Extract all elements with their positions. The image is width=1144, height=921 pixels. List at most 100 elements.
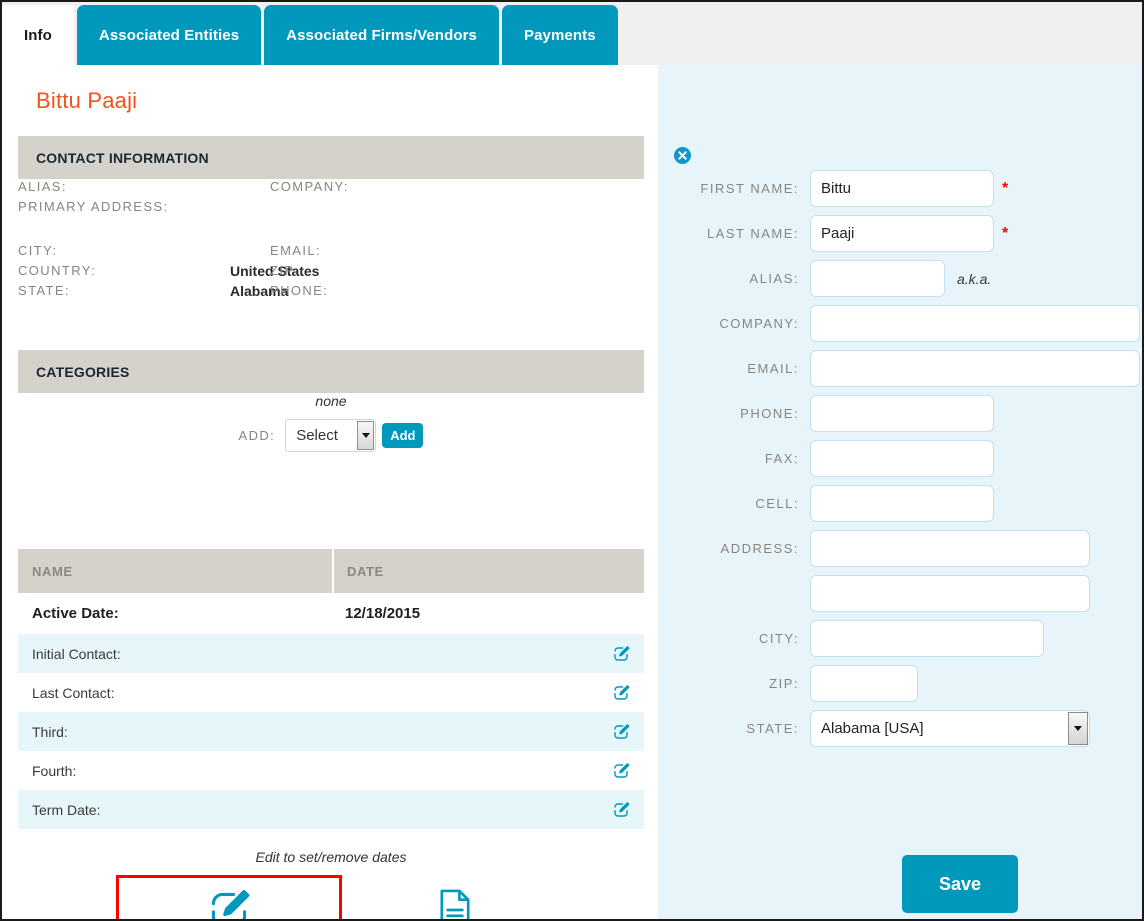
chevron-down-icon[interactable] xyxy=(357,421,375,450)
contact-field-label: ZIP: xyxy=(270,263,300,278)
form-field-label: ZIP: xyxy=(769,676,799,691)
dates-table-body: Active Date: 12/18/2015 Initial Contact: La… xyxy=(18,593,644,829)
contact-field: PHONE: xyxy=(18,283,644,303)
alias-hint: a.k.a. xyxy=(957,270,992,287)
document-icon xyxy=(437,888,473,919)
categories-heading: CATEGORIES xyxy=(18,350,644,393)
first-name-input[interactable] xyxy=(810,170,994,207)
date-row-name: Initial Contact: xyxy=(32,645,121,662)
form-row: COMPANY: xyxy=(658,305,1142,342)
last-name-input[interactable] xyxy=(810,215,994,252)
categories-body: none ADD: Select Add xyxy=(18,393,644,483)
city-input[interactable] xyxy=(810,620,1044,657)
address-input[interactable] xyxy=(810,530,1090,567)
form-field-label: CELL: xyxy=(755,496,799,511)
state-select[interactable]: Alabama [USA] xyxy=(810,710,1090,747)
form-row: ZIP: xyxy=(658,665,1142,702)
zip-input[interactable] xyxy=(810,665,918,702)
table-row: Last Contact: xyxy=(18,673,644,712)
required-indicator: * xyxy=(1002,179,1009,197)
date-row-name: Term Date: xyxy=(32,801,101,818)
form-row: FIRST NAME: * xyxy=(658,170,1142,207)
save-button[interactable]: Save xyxy=(902,855,1018,913)
add-category-button[interactable]: Add xyxy=(382,423,424,448)
app-window: Info Associated Entities Associated Firms/… xyxy=(0,0,1144,921)
date-row-name: Last Contact: xyxy=(32,684,115,701)
dates-help-text: Edit to set/remove dates xyxy=(255,849,407,865)
record-details-pane: Bittu Paaji CONTACT INFORMATION ALIAS: CO… xyxy=(2,65,658,919)
edit-record-panel: FIRST NAME: * LAST NAME: * ALIAS: a.k.a. COMPA… xyxy=(658,65,1142,919)
column-header-date: DATE xyxy=(332,549,644,593)
date-row-name: Third: xyxy=(32,723,68,740)
close-icon[interactable] xyxy=(674,147,691,164)
edit-pencil-icon[interactable] xyxy=(598,762,644,780)
contact-field-label: PRIMARY ADDRESS: xyxy=(18,199,169,214)
category-select[interactable]: Select xyxy=(285,419,377,452)
form-field-label: COMPANY: xyxy=(719,316,799,331)
contact-field: EMAIL: xyxy=(18,243,644,263)
page-title: Bittu Paaji xyxy=(36,88,138,113)
form-field-label: STATE: xyxy=(746,721,799,736)
form-row: CELL: xyxy=(658,485,1142,522)
form-row: PHONE: xyxy=(658,395,1142,432)
addresses-button[interactable]: ADDRESSES xyxy=(342,875,568,919)
category-add-label: ADD: xyxy=(238,428,276,443)
edit-record-button[interactable]: EDIT RECORD xyxy=(116,875,342,919)
edit-pencil-icon[interactable] xyxy=(598,645,644,663)
table-row: Fourth: xyxy=(18,751,644,790)
table-row: Term Date: xyxy=(18,790,644,829)
form-row: LAST NAME: * xyxy=(658,215,1142,252)
cell-input[interactable] xyxy=(810,485,994,522)
form-field-label: EMAIL: xyxy=(747,361,799,376)
contact-information-heading: CONTACT INFORMATION xyxy=(18,136,644,179)
categories-section: CATEGORIES none ADD: Select Add xyxy=(18,350,644,483)
form-row: ADDRESS: xyxy=(658,530,1142,567)
company-input[interactable] xyxy=(810,305,1140,342)
fax-input[interactable] xyxy=(810,440,994,477)
chevron-down-icon[interactable] xyxy=(1068,712,1088,745)
edit-pencil-icon xyxy=(207,888,251,919)
form-field-label: CITY: xyxy=(758,631,799,646)
form-field-label: LAST NAME: xyxy=(706,226,799,241)
form-field-label: ALIAS: xyxy=(749,271,799,286)
edit-pencil-icon[interactable] xyxy=(598,801,644,819)
dates-table-header: NAME DATE xyxy=(18,549,644,593)
state-select-value: Alabama [USA] xyxy=(810,710,1090,747)
contact-field: COMPANY: xyxy=(18,179,644,199)
tab-bar: Info Associated Entities Associated Firms/… xyxy=(2,2,1142,65)
contact-field-label: COMPANY: xyxy=(270,179,349,194)
email-input[interactable] xyxy=(810,350,1140,387)
contact-field-label: EMAIL: xyxy=(270,243,322,258)
tab-payments[interactable]: Payments xyxy=(501,5,618,65)
contact-field: ZIP: xyxy=(18,263,644,283)
date-row-name: Active Date: xyxy=(32,605,119,622)
edit-pencil-icon[interactable] xyxy=(598,723,644,741)
form-field-label: FAX: xyxy=(764,451,799,466)
form-row: CITY: xyxy=(658,620,1142,657)
record-action-buttons: EDIT RECORDADDRESSES xyxy=(18,875,644,919)
contact-field: PRIMARY ADDRESS: xyxy=(18,199,644,219)
categories-empty-text: none xyxy=(315,393,347,409)
form-row: FAX: xyxy=(658,440,1142,477)
phone-input[interactable] xyxy=(810,395,994,432)
contact-information-body: ALIAS: COMPANY: PRIMARY ADDRESS: CITY: EMAIL… xyxy=(18,179,644,299)
form-row: EMAIL: xyxy=(658,350,1142,387)
address-line-2-input[interactable] xyxy=(810,575,1090,612)
form-row xyxy=(658,575,1142,612)
form-field-label: FIRST NAME: xyxy=(700,181,799,196)
date-row-value: 12/18/2015 xyxy=(345,605,421,622)
form-field-label: ADDRESS: xyxy=(720,541,799,556)
form-row: STATE: Alabama [USA] xyxy=(658,710,1142,747)
edit-record-form: FIRST NAME: * LAST NAME: * ALIAS: a.k.a. COMPA… xyxy=(658,170,1142,755)
required-indicator: * xyxy=(1002,224,1009,242)
edit-pencil-icon[interactable] xyxy=(598,684,644,702)
tab-info[interactable]: Info xyxy=(2,5,74,65)
dates-table: NAME DATE Active Date: 12/18/2015 Initial … xyxy=(18,549,644,829)
alias-input[interactable] xyxy=(810,260,945,297)
tab-associated-firms-vendors[interactable]: Associated Firms/Vendors xyxy=(264,5,499,65)
tab-associated-entities[interactable]: Associated Entities xyxy=(76,5,262,65)
contact-field-label: PHONE: xyxy=(270,283,329,298)
category-add-row: ADD: Select Add xyxy=(18,419,644,452)
contact-information-section: CONTACT INFORMATION ALIAS: COMPANY: PRIMAR… xyxy=(18,136,644,299)
date-row-name: Fourth: xyxy=(32,762,77,779)
